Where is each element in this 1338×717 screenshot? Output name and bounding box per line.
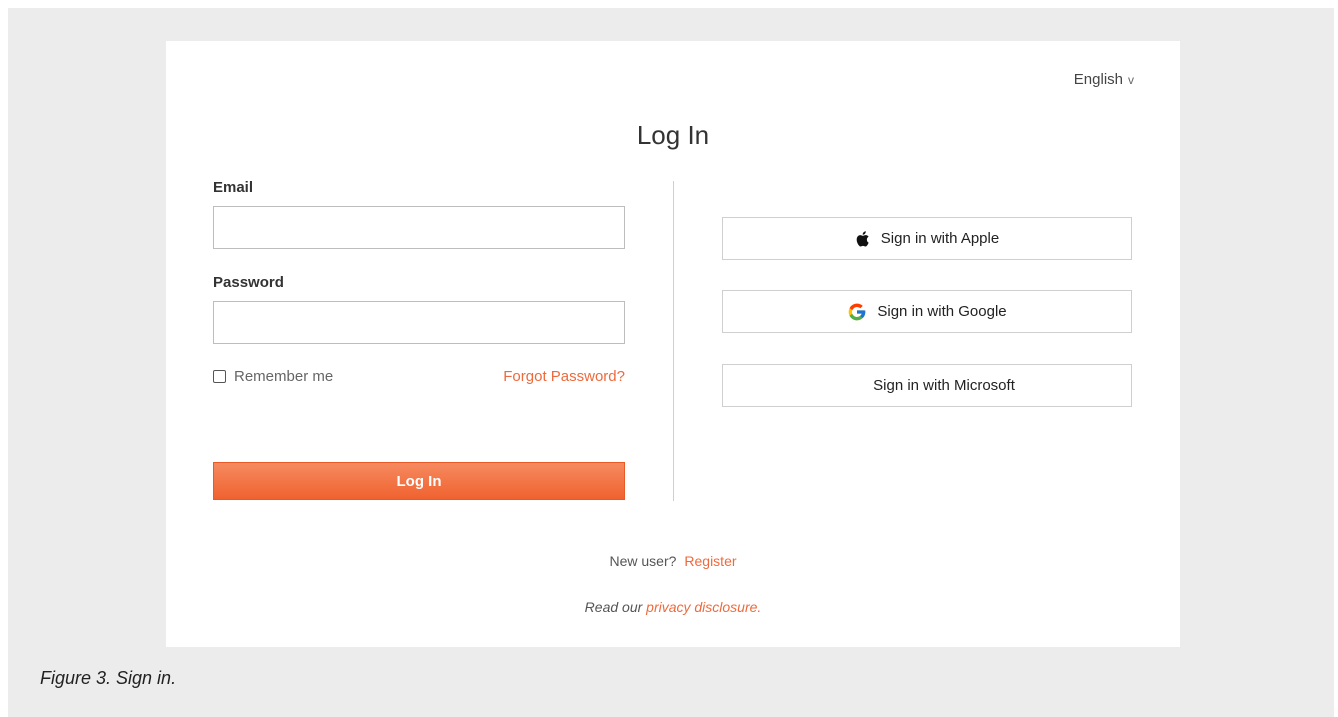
vertical-divider <box>673 181 674 501</box>
google-icon <box>847 302 867 322</box>
privacy-row: Read our privacy disclosure. <box>166 599 1180 615</box>
chevron-down-icon: v <box>1128 72 1134 87</box>
new-user-row: New user? Register <box>166 553 1180 569</box>
register-link[interactable]: Register <box>684 553 736 569</box>
microsoft-icon <box>839 374 863 398</box>
sign-in-google-label: Sign in with Google <box>877 303 1007 320</box>
password-field[interactable] <box>213 301 625 344</box>
language-selector[interactable]: English v <box>1074 71 1134 88</box>
sign-in-microsoft-button[interactable]: Sign in with Microsoft <box>722 364 1132 407</box>
login-card: English v Log In Email Password Remember… <box>166 41 1180 647</box>
sign-in-apple-button[interactable]: Sign in with Apple <box>722 217 1132 260</box>
new-user-text: New user? <box>609 553 677 569</box>
forgot-password-link[interactable]: Forgot Password? <box>503 368 625 385</box>
privacy-prefix: Read our <box>584 599 643 615</box>
email-label: Email <box>213 179 254 196</box>
figure-caption: Figure 3. Sign in. <box>40 668 177 688</box>
figure-frame: English v Log In Email Password Remember… <box>8 8 1334 717</box>
remember-me-label: Remember me <box>234 368 334 385</box>
login-button[interactable]: Log In <box>213 462 625 500</box>
sign-in-apple-label: Sign in with Apple <box>880 230 1000 247</box>
remember-me-checkbox[interactable] <box>213 370 226 383</box>
sign-in-microsoft-label: Sign in with Microsoft <box>873 377 1015 394</box>
apple-icon <box>855 230 871 248</box>
page-title: Log In <box>636 120 710 150</box>
password-label: Password <box>213 274 284 291</box>
login-form: Email Password Remember me Forgot Passwo… <box>213 179 625 385</box>
privacy-disclosure-link[interactable]: privacy disclosure. <box>646 599 761 615</box>
remember-me[interactable]: Remember me <box>213 368 333 385</box>
form-options-row: Remember me Forgot Password? <box>213 368 625 385</box>
email-field[interactable] <box>213 206 625 249</box>
sign-in-google-button[interactable]: Sign in with Google <box>722 290 1132 333</box>
language-label: English <box>1073 71 1123 88</box>
